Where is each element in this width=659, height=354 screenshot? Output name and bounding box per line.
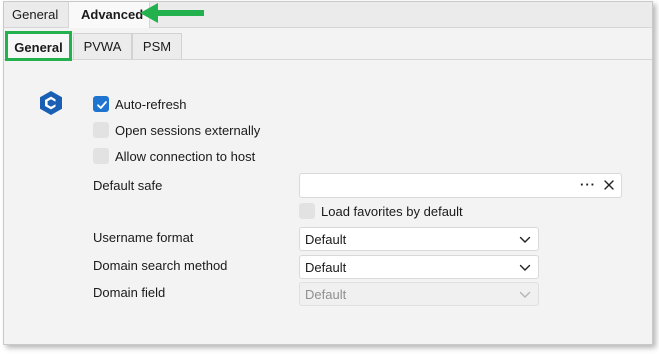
default-safe-label: Default safe — [93, 178, 163, 193]
username-format-label: Username format — [93, 230, 194, 245]
app-logo-icon — [38, 90, 64, 119]
subtab-psm[interactable]: PSM — [132, 33, 182, 59]
chevron-down-icon — [519, 291, 531, 298]
load-favorites-checkbox[interactable] — [299, 203, 315, 219]
load-favorites-label: Load favorites by default — [321, 204, 463, 219]
open-sessions-externally-checkbox[interactable] — [93, 122, 109, 138]
allow-connection-checkbox[interactable] — [93, 148, 109, 164]
checkmark-icon — [97, 101, 107, 109]
domain-search-method-select[interactable]: Default — [299, 255, 539, 279]
default-safe-field[interactable]: ··· — [299, 173, 622, 198]
domain-field-label: Domain field — [93, 285, 166, 300]
username-format-select[interactable]: Default — [299, 227, 539, 251]
clear-icon[interactable] — [603, 179, 615, 191]
domain-field-value: Default — [305, 287, 347, 302]
subtab-pvwa[interactable]: PVWA — [73, 33, 132, 59]
auto-refresh-checkbox[interactable] — [93, 96, 109, 112]
settings-window: General Advanced General PVWA PSM Auto-r… — [3, 1, 653, 345]
browse-safe-button[interactable]: ··· — [580, 175, 596, 195]
auto-refresh-label: Auto-refresh — [115, 97, 187, 112]
domain-search-method-label: Domain search method — [93, 258, 228, 273]
annotation-arrow-icon — [140, 3, 204, 23]
domain-search-method-value: Default — [305, 260, 347, 275]
allow-connection-label: Allow connection to host — [115, 149, 256, 164]
subtab-general[interactable]: General — [5, 31, 72, 61]
username-format-value: Default — [305, 232, 347, 247]
chevron-down-icon — [519, 264, 531, 271]
tab-advanced[interactable]: Advanced — [68, 2, 150, 28]
open-sessions-externally-label: Open sessions externally — [115, 123, 261, 138]
domain-field-select: Default — [299, 282, 539, 306]
tab-general-top[interactable]: General — [12, 2, 66, 27]
chevron-down-icon — [519, 236, 531, 243]
sub-tab-bar: General PVWA PSM — [4, 28, 652, 61]
top-tab-bar: General Advanced — [4, 2, 652, 28]
